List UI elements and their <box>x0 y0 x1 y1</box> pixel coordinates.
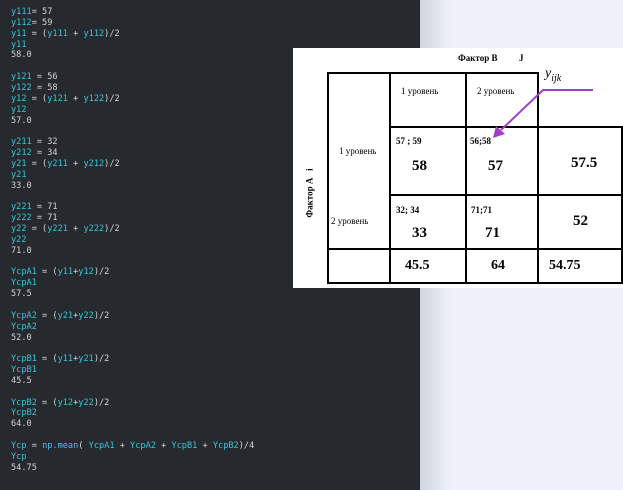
code-line[interactable]: y21 <box>11 170 27 180</box>
cell-output: 33.0 <box>11 180 32 191</box>
code-line[interactable]: y12 <box>11 105 27 115</box>
code-line[interactable]: y22 <box>11 235 27 245</box>
code-line[interactable]: y22 = (y221 + y222)/2 <box>11 224 120 234</box>
code-line[interactable]: YcpB2 = (y12+y22)/2 <box>11 398 109 408</box>
cell-output: 57.0 <box>11 115 32 126</box>
cell-output: 57.5 <box>11 289 32 300</box>
code-line[interactable]: y11 <box>11 40 27 50</box>
code-line[interactable]: y221 = 71 <box>11 202 58 212</box>
code-line[interactable]: YcpA2 <box>11 322 37 332</box>
code-line[interactable]: y112= 59 <box>11 18 52 28</box>
code-line[interactable]: y12 = (y121 + y122)/2 <box>11 94 120 104</box>
code-line[interactable]: y211 = 32 <box>11 137 58 147</box>
code-line[interactable]: Ycp = np.mean( YcpA1 + YcpA2 + YcpB1 + Y… <box>11 441 254 451</box>
cell-output: 71.0 <box>11 245 32 256</box>
annotation-arrow <box>493 89 593 138</box>
code-line[interactable]: y121 = 56 <box>11 72 58 82</box>
code-line[interactable]: Ycp <box>11 452 27 462</box>
cell-output: 58.0 <box>11 50 32 61</box>
code-line[interactable]: YcpA2 = (y21+y22)/2 <box>11 311 109 321</box>
code-line[interactable]: y122 = 58 <box>11 83 58 93</box>
anova-table-image: Фактор B J Фактор A i yijk 1 уровень 2 у… <box>293 48 623 288</box>
cell-output: 45.5 <box>11 375 32 386</box>
code-line[interactable]: YcpA1 = (y11+y12)/2 <box>11 267 109 277</box>
code-line[interactable]: y222 = 71 <box>11 213 58 223</box>
code-line[interactable]: y111= 57 <box>11 7 52 17</box>
code-line[interactable]: y212 = 34 <box>11 148 58 158</box>
code-line[interactable]: YcpB2 <box>11 408 37 418</box>
cell-output: 54.75 <box>11 462 37 473</box>
cell-output: 52.0 <box>11 332 32 343</box>
cell-output: 64.0 <box>11 419 32 430</box>
code-line[interactable]: YcpA1 <box>11 278 37 288</box>
code-line[interactable]: YcpB1 <box>11 365 37 375</box>
code-line[interactable]: y21 = (y211 + y212)/2 <box>11 159 120 169</box>
code-line[interactable]: YcpB1 = (y11+y21)/2 <box>11 354 109 364</box>
code-line[interactable]: y11 = (y111 + y112)/2 <box>11 29 120 39</box>
